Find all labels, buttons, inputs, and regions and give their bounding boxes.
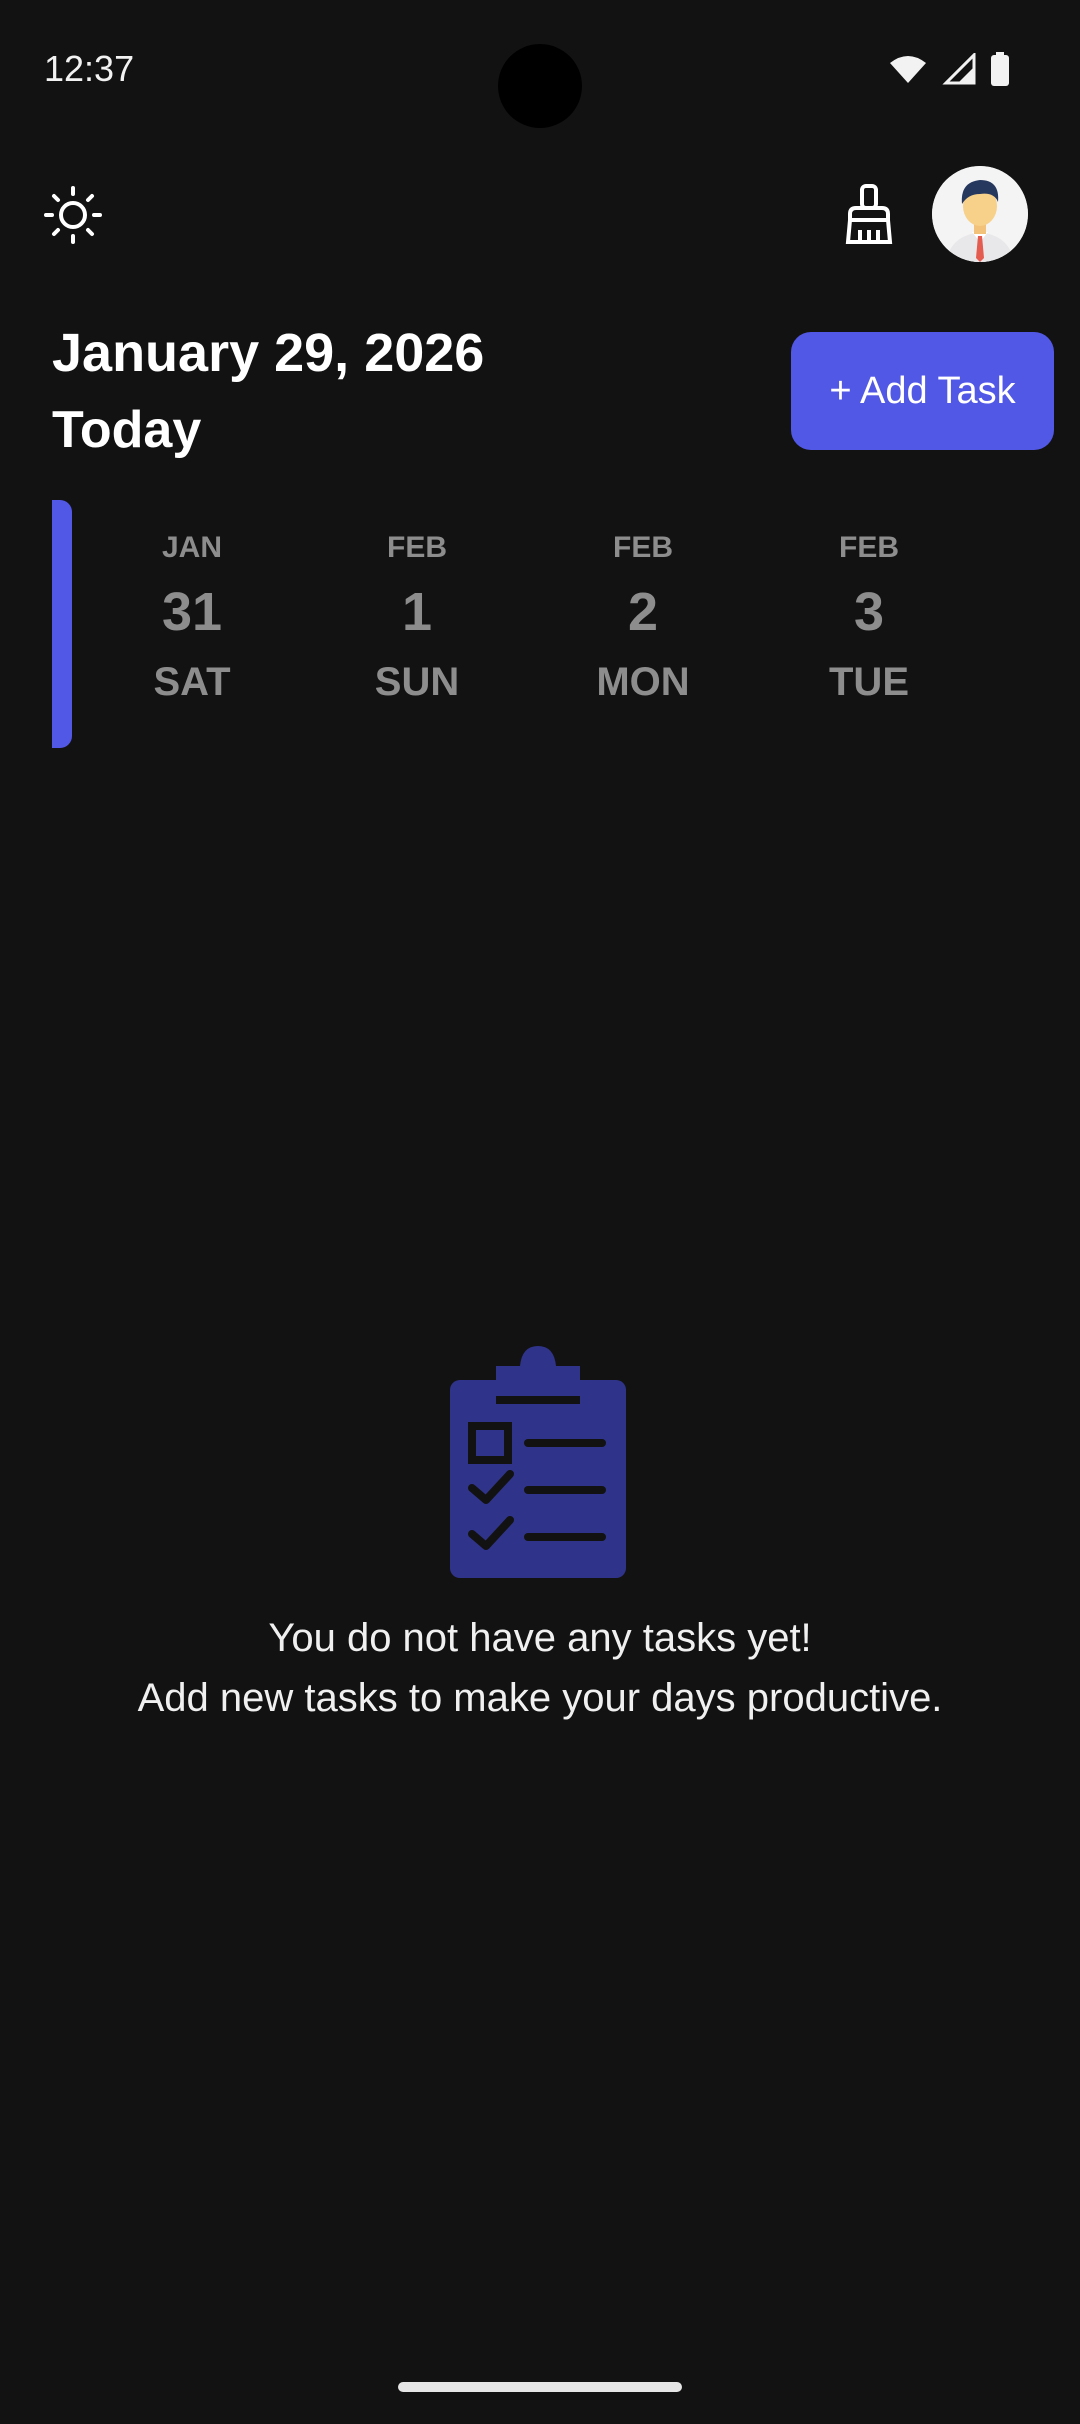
date-item[interactable]: FEB 3 TUE <box>769 524 969 712</box>
clean-button[interactable] <box>836 180 902 250</box>
empty-state: You do not have any tasks yet! Add new t… <box>0 1340 1080 1740</box>
cellular-signal-icon <box>942 53 976 85</box>
date-item[interactable]: JAN 31 SAT <box>92 524 292 712</box>
date-item[interactable]: FEB 1 SUN <box>317 524 517 712</box>
date-day: 31 <box>161 582 223 642</box>
header: January 29, 2026 Today + Add Task <box>0 310 1080 470</box>
battery-icon <box>991 52 1009 86</box>
date-weekday: SAT <box>153 660 231 704</box>
status-icons <box>888 52 1010 86</box>
status-bar: 12:37 <box>0 0 1080 140</box>
empty-state-hint: Add new tasks to make your days producti… <box>137 1676 943 1720</box>
date-weekday: TUE <box>829 660 909 704</box>
date-strip[interactable]: JAN 31 SAT FEB 1 SUN FEB 2 MON FEB 3 TUE <box>0 500 1080 750</box>
date-item[interactable]: FEB 2 MON <box>543 524 743 712</box>
date-month: FEB <box>387 531 447 564</box>
broom-icon <box>845 184 893 244</box>
app-bar <box>0 160 1080 270</box>
clipboard-checklist-icon <box>450 1346 626 1578</box>
date-month: FEB <box>839 531 899 564</box>
date-weekday: SUN <box>374 660 460 704</box>
home-indicator[interactable] <box>398 2382 682 2392</box>
selected-date-marker <box>52 500 72 748</box>
date-day: 1 <box>401 582 433 642</box>
status-time: 12:37 <box>44 48 135 89</box>
page-title: January 29, 2026 <box>52 323 485 383</box>
today-label: Today <box>52 401 202 459</box>
user-avatar[interactable] <box>932 166 1028 262</box>
theme-toggle-button[interactable] <box>40 182 106 248</box>
empty-state-message: You do not have any tasks yet! <box>268 1616 812 1660</box>
wifi-icon <box>890 56 926 83</box>
date-day: 3 <box>853 582 885 642</box>
date-month: JAN <box>161 531 222 564</box>
date-day: 2 <box>627 582 659 642</box>
date-month: FEB <box>613 531 673 564</box>
camera-cutout <box>498 44 582 128</box>
add-task-button[interactable]: + Add Task <box>791 332 1054 450</box>
user-avatar-icon <box>932 166 1028 262</box>
date-weekday: MON <box>596 660 690 704</box>
sun-icon <box>44 186 102 244</box>
